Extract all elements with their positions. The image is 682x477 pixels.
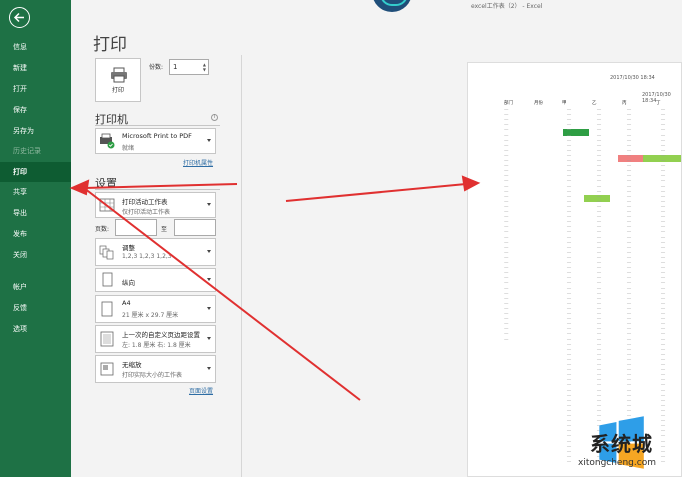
printer-properties-link[interactable]: 打印机属性 [183,158,213,167]
arrow-left-icon [13,12,24,23]
info-icon[interactable]: i [211,114,218,121]
sidebar-item-share[interactable]: 共享 [0,183,71,201]
copies-spinner[interactable]: ▲ ▼ [203,62,206,72]
window-title: excel工作表（2） - Excel [471,3,543,10]
preview-date: 2017/10/30 18:34 [610,75,655,81]
sidebar-item-close[interactable]: 关闭 [0,246,71,264]
print-button[interactable]: 打印 [95,58,141,102]
printer-section-divider [95,125,220,126]
preview-row-label: — [504,337,509,343]
chevron-down-icon [207,307,211,310]
chevron-down-icon [207,203,211,206]
sidebar-item-open[interactable]: 打开 [0,80,71,98]
sidebar-item-export[interactable]: 导出 [0,204,71,222]
preview-date-2: 2017/10/30 18:34 [642,92,671,104]
sidebar-item-publish[interactable]: 发布 [0,225,71,243]
back-button[interactable] [9,7,30,28]
chevron-down-icon [207,139,211,142]
scaling-select[interactable]: 无缩放 打印实际大小的工作表 [95,355,216,383]
printer-ready-icon [100,133,115,149]
settings-section-divider [95,189,220,190]
pages-to-input[interactable] [174,219,216,236]
sidebar-item-history: 历史记录 [13,147,41,155]
preview-header-cell: 部门 [504,101,513,106]
pages-label: 页数: [95,226,110,233]
margins-sub: 左: 1.8 厘米 右: 1.8 厘米 [122,342,191,349]
print-scope-main: 打印活动工作表 [122,198,168,206]
paper-icon [101,301,113,317]
portrait-icon [102,272,113,287]
scaling-sub: 打印实际大小的工作表 [122,372,183,379]
print-button-label: 打印 [111,87,124,94]
sheet-icon [99,198,115,212]
watermark-url: xitongcheng.com [578,458,656,468]
page-title: 打印 [93,35,127,55]
paper-size-select[interactable]: A4 21 厘米 x 29.7 厘米 [95,295,216,323]
printer-select[interactable]: Microsoft Print to PDF 就绪 [95,128,216,154]
collate-sub: 1,2,3 1,2,3 1,2,3 [122,253,172,260]
chevron-down-icon [207,250,211,253]
collate-icon [99,245,114,260]
copies-input[interactable]: 1 ▲ ▼ [169,59,209,75]
chevron-down-icon [207,278,211,281]
pages-to-label: 至 [161,226,168,233]
sidebar-item-account[interactable]: 帐户 [0,278,71,296]
scaling-main: 无缩放 [122,361,142,369]
collate-select[interactable]: 调整 1,2,3 1,2,3 1,2,3 [95,238,216,266]
sidebar-item-new[interactable]: 新建 [0,59,71,77]
preview-header-cell: 月份 [534,101,543,106]
print-scope-sub: 仅打印活动工作表 [122,209,171,216]
preview-header-cell: 乙 [592,101,597,106]
margins-icon [100,331,114,347]
excel-backstage-print: 信息 新建 打开 保存 另存为 历史记录 打印 共享 导出 发布 关闭 帐户 反… [0,0,682,477]
preview-header-cell: 丁 [656,101,661,106]
printer-icon [111,67,127,83]
app-logo [372,0,412,12]
printer-name: Microsoft Print to PDF [122,132,192,140]
watermark-brand: 系统城 [590,432,653,456]
sidebar-item-options[interactable]: 选项 [0,320,71,338]
orientation-select[interactable]: 纵向 [95,268,216,292]
scaling-icon [100,362,114,376]
sidebar-item-feedback[interactable]: 反馈 [0,299,71,317]
margins-select[interactable]: 上一次的自定义页边距设置 左: 1.8 厘米 右: 1.8 厘米 [95,325,216,353]
copies-value: 1 [173,63,178,71]
collate-main: 调整 [122,244,135,252]
backstage-sidebar: 信息 新建 打开 保存 另存为 历史记录 打印 共享 导出 发布 关闭 帐户 反… [0,0,71,477]
preview-header-cell: 丙 [622,101,627,106]
paper-size-main: A4 [122,299,131,307]
sidebar-item-save-as[interactable]: 另存为 [0,122,71,140]
page-setup-link[interactable]: 页面设置 [189,386,213,395]
sidebar-item-info[interactable]: 信息 [0,38,71,56]
print-panel: excel工作表（2） - Excel 打印 打印 份数: 1 ▲ ▼ 打印机 i [71,0,682,477]
sidebar-item-print[interactable]: 打印 [0,162,71,182]
orientation-value: 纵向 [122,279,135,287]
panel-divider [241,55,242,477]
preview-header-cell: 甲 [562,101,567,106]
printer-status: 就绪 [122,145,135,152]
paper-size-sub: 21 厘米 x 29.7 厘米 [122,312,179,319]
chevron-down-icon [207,337,211,340]
print-scope-select[interactable]: 打印活动工作表 仅打印活动工作表 [95,192,216,218]
sidebar-item-save[interactable]: 保存 [0,101,71,119]
copies-label: 份数: [149,64,164,71]
pages-from-input[interactable] [115,219,157,236]
margins-main: 上一次的自定义页边距设置 [122,331,200,339]
chevron-down-icon [207,367,211,370]
